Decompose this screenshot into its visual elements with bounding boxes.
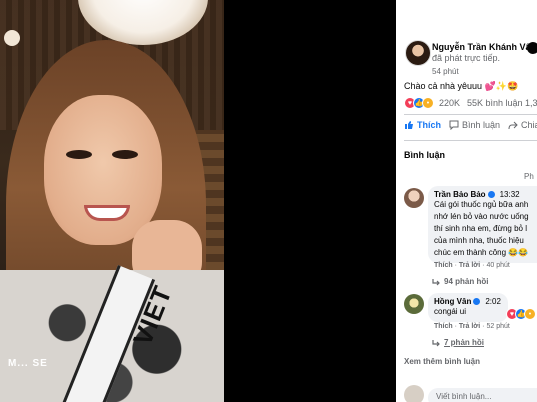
reaction-summary[interactable]: ♥ 👍 • 220K (404, 96, 460, 110)
reaction-count: 220K (439, 98, 461, 108)
post-text: Chào cả nhà yêuuu 💕✨🤩 (404, 81, 519, 91)
face (44, 95, 162, 245)
comment-meta: Thích · Trả lời · 52 phút (434, 323, 510, 330)
commenter-name-row: Hồng Vân 2:02 (434, 297, 502, 306)
verified-icon (487, 191, 495, 198)
more-options-button[interactable] (527, 42, 537, 54)
comment-like-link[interactable]: Thích (434, 262, 453, 269)
comment-bubble: Trần Bảo Bảo 13:32 Cái gói thuốc ngủ bữa… (428, 186, 537, 263)
like-button[interactable]: Thích (404, 120, 441, 130)
post-header: Nguyễn Trần Khánh Vân đã phát trực tiếp. (432, 42, 537, 64)
comment-line: Cái gói thuốc ngủ bữa anh (434, 200, 529, 209)
reply-arrow-icon (432, 278, 440, 285)
see-more-comments[interactable]: Xem thêm bình luận (404, 357, 480, 366)
post-actions: Thích Bình luận Chia (404, 120, 537, 130)
commenter-name-row: Trần Bảo Bảo 13:32 (434, 190, 537, 199)
like-label: Thích (417, 120, 441, 130)
view-replies-link[interactable]: 94 phản hồi (432, 277, 488, 286)
replies-count: 94 phản hồi (444, 277, 489, 286)
reply-arrow-icon (432, 339, 440, 346)
small-lamp (4, 30, 20, 46)
comment-reply-link[interactable]: Trả lời (459, 323, 480, 330)
comment-like-link[interactable]: Thích (434, 323, 453, 330)
view-replies-link[interactable]: 7 phản hồi (432, 338, 484, 347)
commenter-avatar[interactable] (404, 188, 424, 208)
comment-line: của mình nha, thuốc hiệu (434, 236, 524, 245)
comment-line: thí sinh nha em, đừng bỏ l (434, 224, 527, 233)
video-letterbox (224, 0, 396, 402)
current-user-avatar (404, 385, 424, 402)
live-video-viewer: VIET M... SE Nguyễn Trần Khánh Vân đã ph… (0, 0, 537, 402)
post-stats[interactable]: 55K bình luận 1,3 (467, 98, 537, 108)
divider (404, 140, 537, 141)
commenter-name[interactable]: Hồng Vân (434, 297, 471, 306)
comment-line: congái ui (434, 307, 467, 316)
replies-count: 7 phản hồi (444, 338, 484, 347)
share-button[interactable]: Chia (508, 120, 537, 130)
right-eye (112, 150, 138, 159)
sweater-logo: M... SE (8, 358, 48, 369)
share-icon (508, 121, 518, 130)
comment-video-time[interactable]: 13:32 (500, 190, 520, 199)
activity-text: đã phát trực tiếp. (432, 53, 501, 63)
post-sidebar: Nguyễn Trần Khánh Vân đã phát trực tiếp.… (396, 0, 537, 402)
commenter-name[interactable]: Trần Bảo Bảo (434, 190, 486, 199)
comment-button[interactable]: Bình luận (449, 120, 500, 130)
comment-age[interactable]: 52 phút (486, 323, 509, 330)
verified-icon (473, 298, 481, 305)
commenter-avatar[interactable] (404, 294, 424, 314)
author-name[interactable]: Nguyễn Trần Khánh Vân (432, 42, 536, 52)
comment-line: nhớ lén bỏ vào nước uống (434, 212, 529, 221)
comment-reactions[interactable]: ♥ 👍 • (506, 307, 536, 321)
comment-age[interactable]: 40 phút (486, 262, 509, 269)
comment-reply-link[interactable]: Trả lời (459, 262, 480, 269)
wow-reaction-icon: • (422, 97, 434, 109)
left-eye (66, 150, 92, 159)
author-avatar[interactable] (405, 40, 431, 66)
comment-label: Bình luận (462, 120, 501, 130)
comment-filter[interactable]: Ph (524, 172, 534, 181)
wow-reaction-icon: • (524, 308, 536, 320)
post-time[interactable]: 54 phút (432, 67, 459, 76)
comment-meta: Thích · Trả lời · 40 phút (434, 262, 510, 269)
comments-title: Bình luận (404, 150, 445, 160)
divider (404, 114, 537, 115)
comment-line: chúc em thành công 😂😂 (434, 248, 529, 257)
share-label: Chia (521, 120, 537, 130)
comment-video-time[interactable]: 2:02 (485, 297, 501, 306)
write-comment-input[interactable]: Viết bình luận... (428, 388, 537, 402)
thumbs-up-icon (405, 121, 413, 129)
comment-bubble: Hồng Vân 2:02 congái ui (428, 293, 508, 322)
live-video[interactable]: VIET M... SE (0, 0, 224, 402)
comment-icon (449, 120, 459, 130)
